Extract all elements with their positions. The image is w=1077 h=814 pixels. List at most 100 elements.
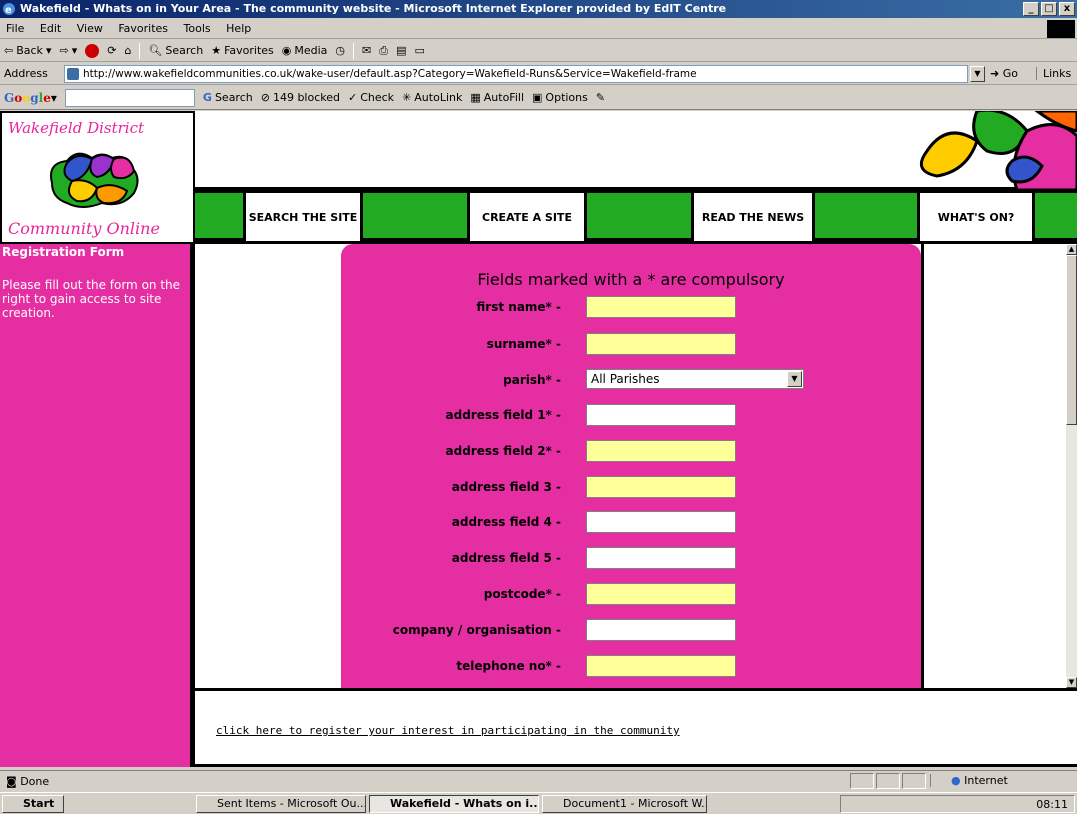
form-heading: Fields marked with a * are compulsory [477,270,785,289]
refresh-icon: ⟳ [107,44,117,57]
task-internet-explorer[interactable]: Wakefield - Whats on i... [369,795,539,813]
google-search-input[interactable] [64,88,195,107]
favorites-label: Favorites [224,44,274,57]
favorites-button[interactable]: ★ Favorites [211,44,274,57]
site-navigation: SEARCH THE SITE CREATE A SITE READ THE N… [195,193,1077,241]
star-icon: ★ [211,44,222,57]
menu-edit[interactable]: Edit [34,19,67,35]
status-cell [902,773,926,789]
menu-view[interactable]: View [71,19,109,35]
site-header [195,111,1077,190]
address-field-4-input[interactable] [586,511,736,533]
address-dropdown-button[interactable]: ▼ [970,66,985,82]
nav-search-the-site[interactable]: SEARCH THE SITE [243,193,363,241]
go-arrow-icon: ➜ [990,67,1000,80]
forward-arrow-icon: ⇨ [59,44,69,57]
address-input[interactable]: http://www.wakefieldcommunities.co.uk/wa… [64,65,968,83]
field-label: company / organisation - [392,623,561,637]
status-done: Done [20,775,50,788]
google-search-button[interactable]: G Search [203,91,253,104]
first-name-input[interactable] [586,296,736,318]
go-button[interactable]: ➜ Go [990,67,1018,80]
nav-whats-on[interactable]: WHAT'S ON? [917,193,1035,241]
menu-help[interactable]: Help [220,19,257,35]
discuss-button[interactable]: ▭ [414,44,424,57]
scroll-down-icon[interactable]: ▼ [1066,677,1077,688]
chevron-down-icon: ▼ [787,371,802,387]
company-organisation-input[interactable] [586,619,736,641]
frame-scrollbar[interactable]: ▲ ▼ [1066,244,1077,688]
mail-icon: ✉ [362,44,372,57]
field-label: address field 4 - [451,515,561,529]
register-interest-link[interactable]: click here to register your interest in … [216,724,680,737]
form-row-company: company / organisation - [341,619,921,641]
status-cell [876,773,900,789]
field-label: surname* - [486,337,561,351]
google-logo[interactable]: Google▾ [4,91,57,105]
start-button[interactable]: Start [2,795,64,813]
nav-create-a-site[interactable]: CREATE A SITE [467,193,587,241]
back-arrow-icon: ⇦ [4,44,14,57]
status-bar: ◙ Done ● Internet [0,770,1077,790]
refresh-button[interactable]: ⟳ [107,44,116,57]
chevron-down-icon: ▾ [45,44,52,57]
window-title-bar: e Wakefield - Whats on in Your Area - Th… [0,0,1077,18]
links-button[interactable]: Links [1036,67,1071,80]
close-button[interactable]: x [1059,2,1075,16]
address-field-2-input[interactable] [586,440,736,462]
bottom-frame: click here to register your interest in … [195,688,1077,764]
postcode-input[interactable] [586,583,736,605]
task-outlook[interactable]: Sent Items - Microsoft Ou... [196,795,366,813]
autolink-icon: ✳ [402,91,412,104]
parish-selected-value: All Parishes [591,372,660,386]
globe-icon: ● [951,774,961,787]
autofill-button[interactable]: ▦ AutoFill [470,91,524,104]
google-search-label: Search [214,91,253,104]
form-row-telephone: telephone no* - [341,655,921,677]
menu-favorites[interactable]: Favorites [112,19,174,35]
address-bar: Address http://www.wakefieldcommunities.… [0,63,1077,85]
highlight-button[interactable]: ✎ [596,91,605,104]
home-button[interactable]: ⌂ [124,44,131,57]
telephone-input[interactable] [586,655,736,677]
surname-input[interactable] [586,333,736,355]
task-word[interactable]: Document1 - Microsoft W... [542,795,707,813]
popup-blocker-button[interactable]: ⊘ 149 blocked [261,91,340,104]
stop-button[interactable] [85,43,100,58]
status-cell [850,773,874,789]
forward-button[interactable]: ⇨ ▾ [59,44,77,57]
svg-text:e: e [5,5,12,16]
spell-check-button[interactable]: ✓ Check [348,91,394,104]
scroll-up-icon[interactable]: ▲ [1066,244,1077,255]
media-icon: ◉ [281,44,292,57]
registration-form: Fields marked with a * are compulsory fi… [341,244,921,688]
edit-button[interactable]: ▤ [396,44,406,57]
address-field-3-input[interactable] [586,476,736,498]
back-button[interactable]: ⇦ Back ▾ [4,44,51,57]
address-url: http://www.wakefieldcommunities.co.uk/wa… [83,68,697,80]
options-button[interactable]: ▣ Options [532,91,588,104]
nav-read-the-news[interactable]: READ THE NEWS [691,193,815,241]
spellcheck-icon: ✓ [348,91,358,104]
mail-button[interactable]: ✉ [362,44,371,57]
minimize-button[interactable]: _ [1023,2,1039,16]
autolink-button[interactable]: ✳ AutoLink [402,91,462,104]
scroll-thumb[interactable] [1066,255,1077,425]
parish-select[interactable]: All Parishes ▼ [586,369,804,389]
menu-file[interactable]: File [0,19,30,35]
media-button[interactable]: ◉ Media [282,44,328,57]
history-button[interactable]: ◷ [335,44,345,57]
logo-text-top: Wakefield District [8,119,145,137]
status-text: ◙ Done [6,775,49,788]
menu-tools[interactable]: Tools [178,19,217,35]
site-logo[interactable]: Wakefield District Community Online [0,111,195,244]
maximize-button[interactable]: □ [1041,2,1057,16]
field-label: postcode* - [483,587,561,601]
address-field-5-input[interactable] [586,547,736,569]
address-field-1-input[interactable] [586,404,736,426]
go-label: Go [1002,67,1018,80]
search-button[interactable]: 🔍︎ Search [148,44,203,57]
print-button[interactable]: ⎙ [379,44,388,58]
pencil-icon: ✎ [595,91,606,104]
search-icon: 🔍︎ [148,44,163,57]
